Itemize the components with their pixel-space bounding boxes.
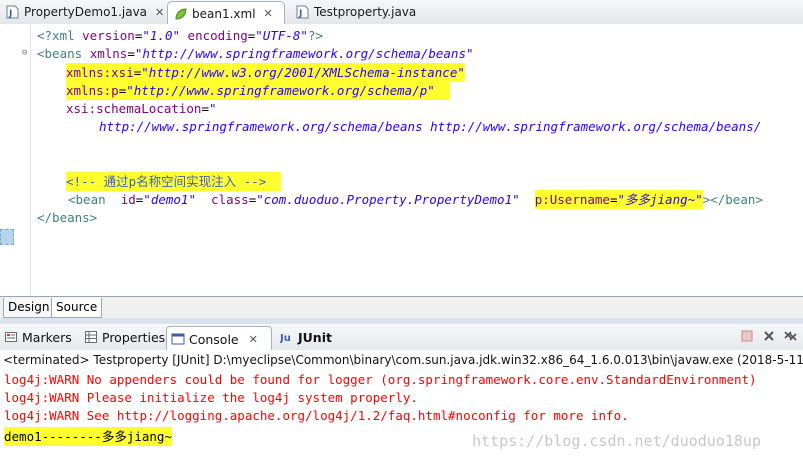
editor-tab-bar: J PropertyDemo1.java ✕ bean1.xml ✕ J Tes… [0, 0, 803, 25]
tab-label: JUnit [298, 329, 332, 345]
tab-label: Properties [102, 329, 166, 345]
tab-markers[interactable]: Markers [0, 326, 78, 348]
view-tab-bar: Markers Properties Console ✕ Ju JUnit [0, 324, 803, 351]
xml-file-icon [174, 7, 187, 21]
markers-icon [4, 330, 18, 344]
svg-text:J: J [8, 9, 12, 19]
design-source-tabs: Design Source [0, 296, 803, 319]
remove-all-launches-icon[interactable] [783, 328, 799, 344]
code-line-5: xsi:schemaLocation=" [66, 101, 217, 116]
code-line-2: <beans xmlns="http://www.springframework… [37, 46, 474, 61]
code-line-3: xmlns:xsi="http://www.w3.org/2001/XMLSch… [66, 63, 465, 82]
code-line-6: http://www.springframework.org/schema/be… [99, 119, 762, 134]
close-icon[interactable]: ✕ [155, 6, 164, 19]
svg-text:Ju: Ju [280, 333, 291, 344]
tab-label: PropertyDemo1.java [24, 5, 148, 19]
tab-testproperty-java[interactable]: J Testproperty.java [290, 1, 430, 23]
editor-ruler [30, 24, 31, 296]
fold-toggle-icon[interactable]: ⊖ [22, 44, 27, 62]
java-file-icon: J [296, 5, 309, 19]
properties-icon [84, 330, 98, 344]
code-line-comment: <!-- 通过p名称空间实现注入 --> [66, 172, 282, 191]
console-icon [171, 332, 185, 346]
watermark: https://blog.csdn.net/duoduo18up [472, 432, 761, 450]
tab-design[interactable]: Design [3, 298, 55, 318]
junit-icon: Ju [279, 330, 294, 344]
tab-bean1-xml[interactable]: bean1.xml ✕ [167, 1, 285, 25]
tab-source[interactable]: Source [51, 298, 103, 318]
svg-text:J: J [298, 9, 302, 19]
remove-launch-icon[interactable] [761, 328, 777, 344]
code-line-end: </beans> [37, 210, 98, 225]
console-line: log4j:WARN See http://logging.apache.org… [4, 408, 629, 423]
close-icon[interactable]: ✕ [264, 7, 273, 20]
tab-properties[interactable]: Properties [80, 326, 166, 348]
close-icon[interactable]: ✕ [249, 333, 258, 346]
xml-editor[interactable]: ⊖ <?xml version="1.0" encoding="UTF-8"?>… [0, 24, 803, 296]
tab-label: Testproperty.java [314, 5, 417, 19]
tab-junit[interactable]: Ju JUnit [276, 326, 342, 348]
code-line-bean: <bean id="demo1" class="com.duoduo.Prope… [68, 190, 763, 209]
console-line: log4j:WARN Please initialize the log4j s… [4, 390, 418, 405]
tab-label: Console [189, 331, 239, 347]
stop-icon[interactable] [739, 328, 755, 344]
tab-label: Markers [22, 329, 72, 345]
code-line-4: xmlns:p="http://www.springframework.org/… [66, 81, 450, 100]
console-line: log4j:WARN No appenders could be found f… [4, 372, 757, 387]
console-output-line: demo1--------多多jiang~ [4, 427, 172, 446]
terminated-label: <terminated> Testproperty [JUnit] D:\mye… [3, 353, 803, 367]
tab-console[interactable]: Console ✕ [166, 326, 272, 351]
console-toolbar [739, 328, 799, 344]
code-line-1: <?xml version="1.0" encoding="UTF-8"?> [37, 28, 324, 43]
tab-label: bean1.xml [192, 6, 256, 21]
tab-propertydemo1-java[interactable]: J PropertyDemo1.java ✕ [0, 1, 166, 23]
java-file-icon: J [6, 5, 19, 19]
